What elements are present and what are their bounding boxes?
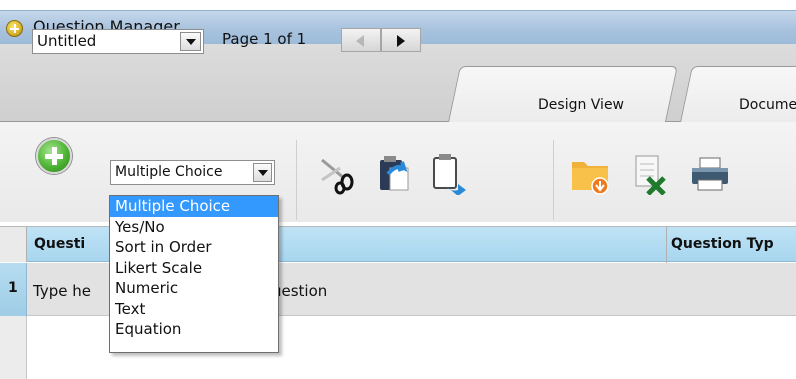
excel-export-icon[interactable] [630,150,670,196]
folder-download-icon[interactable] [570,150,610,195]
row-question-text[interactable]: Type he [33,282,91,300]
document-name-combo[interactable]: Untitled [32,29,204,54]
dropdown-option-likert-scale[interactable]: Likert Scale [110,258,278,279]
column-header-question[interactable]: Questi [34,236,85,252]
tab-document-label: Documen [739,97,796,113]
paste-icon[interactable] [374,150,414,195]
next-page-button[interactable] [381,28,421,52]
toolbar-separator [553,140,554,220]
row-question-text-tail: uestion [272,282,328,300]
top-panel [0,44,796,122]
column-header-question-type[interactable]: Question Typ [671,236,774,252]
dropdown-option-text[interactable]: Text [110,299,278,320]
tab-design-view-label: Design View [538,97,625,113]
question-type-combo[interactable]: Multiple Choice [110,160,275,185]
app-icon [6,20,23,37]
dropdown-option-numeric[interactable]: Numeric [110,278,278,299]
dropdown-option-multiple-choice[interactable]: Multiple Choice [110,196,278,217]
dropdown-option-equation[interactable]: Equation [110,319,278,340]
tab-design-view[interactable] [448,66,678,122]
printer-icon[interactable] [690,150,730,195]
row-number-cell[interactable]: 1 [0,263,27,316]
add-question-button[interactable] [36,138,72,174]
arrow-left-icon [356,35,364,47]
question-type-dropdown[interactable]: Multiple Choice Yes/No Sort in Order Lik… [109,195,279,353]
page-nav [341,28,421,52]
dropdown-option-yes-no[interactable]: Yes/No [110,217,278,238]
toolbar-separator [296,140,297,220]
dropdown-option-sort-in-order[interactable]: Sort in Order [110,237,278,258]
row-header-empty [0,316,27,379]
previous-page-button[interactable] [341,28,381,52]
chevron-down-icon[interactable] [180,32,201,51]
page-indicator: Page 1 of 1 [222,30,307,48]
clipboard-export-icon[interactable] [428,150,468,196]
tab-document[interactable] [680,66,796,122]
question-type-value: Multiple Choice [115,164,223,180]
document-name-value: Untitled [37,32,97,50]
scissors-icon[interactable] [316,150,356,195]
chevron-down-icon[interactable] [253,163,272,182]
grid-corner-cell [0,226,27,262]
arrow-right-icon [397,35,405,47]
